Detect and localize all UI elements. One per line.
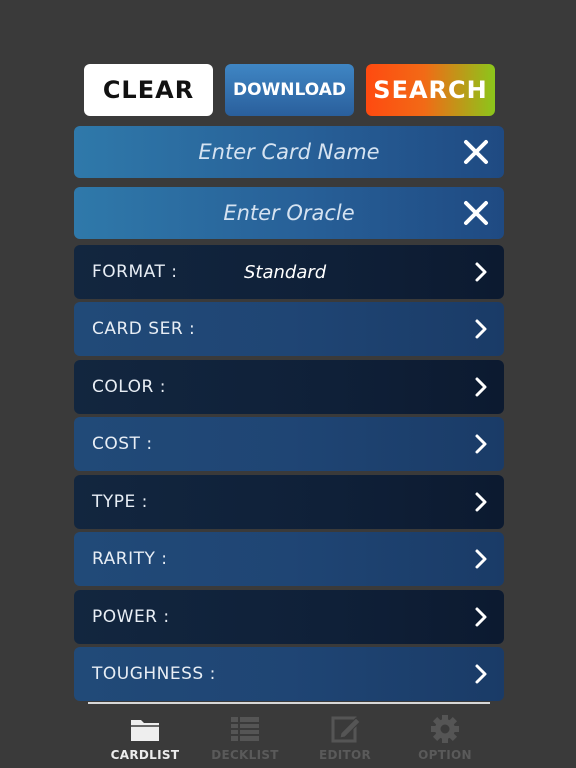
card-name-field[interactable]: Enter Card Name	[74, 126, 504, 178]
filter-label: POWER :	[92, 607, 170, 627]
tab-editor[interactable]: EDITOR	[305, 714, 385, 764]
download-button[interactable]: DOWNLOAD	[225, 64, 354, 116]
tab-label: EDITOR	[318, 748, 372, 762]
chevron-right-icon	[475, 607, 487, 627]
tab-cardlist[interactable]: CARDLIST	[105, 714, 185, 764]
filter-label: TYPE :	[92, 492, 148, 512]
search-button[interactable]: SEARCH	[366, 64, 495, 116]
filter-label: FORMAT :	[92, 262, 178, 282]
chevron-right-icon	[475, 262, 487, 282]
tab-decklist[interactable]: DECKLIST	[205, 714, 285, 764]
filter-label: COST :	[92, 434, 153, 454]
list-icon	[231, 717, 259, 741]
filter-row-format[interactable]: FORMAT : Standard	[74, 245, 504, 299]
chevron-right-icon	[475, 319, 487, 339]
tab-label: OPTION	[418, 748, 472, 762]
clear-oracle-icon[interactable]	[462, 199, 490, 227]
folder-icon	[131, 720, 159, 741]
tab-option[interactable]: OPTION	[405, 714, 485, 764]
top-toolbar: CLEAR DOWNLOAD SEARCH	[84, 64, 496, 116]
gear-icon	[431, 715, 459, 743]
oracle-placeholder[interactable]: Enter Oracle	[74, 187, 444, 239]
filter-label: RARITY :	[92, 549, 168, 569]
chevron-right-icon	[475, 549, 487, 569]
filter-row-power[interactable]: POWER :	[74, 590, 504, 644]
chevron-right-icon	[475, 664, 487, 684]
filter-row-color[interactable]: COLOR :	[74, 360, 504, 414]
chevron-right-icon	[475, 492, 487, 512]
filter-row-cost[interactable]: COST :	[74, 417, 504, 471]
chevron-right-icon	[475, 377, 487, 397]
oracle-field[interactable]: Enter Oracle	[74, 187, 504, 239]
filter-label: CARD SER :	[92, 319, 196, 339]
tab-divider	[88, 702, 490, 704]
tab-label: CARDLIST	[110, 748, 180, 762]
filter-row-toughness[interactable]: TOUGHNESS :	[74, 647, 504, 701]
clear-card-name-icon[interactable]	[462, 138, 490, 166]
edit-icon	[331, 716, 361, 743]
filter-row-rarity[interactable]: RARITY :	[74, 532, 504, 586]
filter-value: Standard	[244, 261, 327, 283]
card-name-placeholder[interactable]: Enter Card Name	[74, 126, 444, 178]
tab-label: DECKLIST	[211, 748, 279, 762]
filter-label: COLOR :	[92, 377, 166, 397]
filter-row-type[interactable]: TYPE :	[74, 475, 504, 529]
clear-button[interactable]: CLEAR	[84, 64, 213, 116]
filter-label: TOUGHNESS :	[92, 664, 216, 684]
filter-row-card-ser[interactable]: CARD SER :	[74, 302, 504, 356]
chevron-right-icon	[475, 434, 487, 454]
